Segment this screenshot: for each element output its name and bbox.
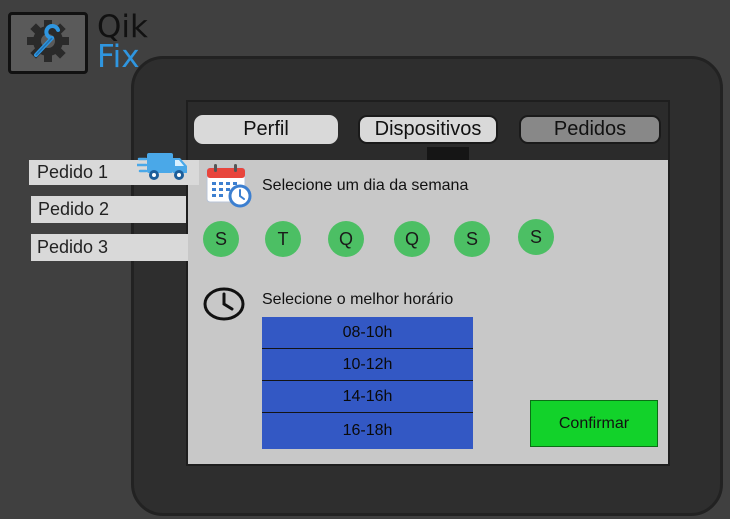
app-logo	[8, 12, 88, 74]
order-label: Pedido 1	[37, 162, 109, 182]
time-slot[interactable]: 16-18h	[262, 413, 473, 449]
day-button-2[interactable]: T	[265, 221, 301, 257]
confirm-button[interactable]: Confirmar	[530, 400, 658, 447]
time-slot[interactable]: 08-10h	[262, 317, 473, 349]
order-item-2[interactable]: Pedido 2	[31, 196, 186, 223]
tab-bar: Perfil Dispositivos Pedidos	[188, 102, 668, 160]
tab-pedidos[interactable]: Pedidos	[519, 115, 661, 144]
time-slot-list: 08-10h 10-12h 14-16h 16-18h	[262, 317, 473, 449]
calendar-icon	[205, 162, 253, 212]
tab-perfil[interactable]: Perfil	[194, 115, 338, 144]
time-slot[interactable]: 14-16h	[262, 381, 473, 413]
day-section-label: Selecione um dia da semana	[262, 177, 469, 194]
tab-dispositivos[interactable]: Dispositivos	[358, 115, 498, 144]
day-button-4[interactable]: Q	[394, 221, 430, 257]
day-button-6[interactable]: S	[518, 219, 554, 255]
tab-notch	[427, 147, 469, 160]
time-section-label: Selecione o melhor horário	[262, 291, 454, 308]
day-button-3[interactable]: Q	[328, 221, 364, 257]
clock-icon	[203, 286, 245, 326]
day-button-5[interactable]: S	[454, 221, 490, 257]
order-item-3[interactable]: Pedido 3	[31, 234, 188, 261]
order-label: Pedido 3	[37, 237, 109, 257]
time-slot[interactable]: 10-12h	[262, 349, 473, 381]
wrench-gear-icon	[22, 17, 74, 69]
day-button-1[interactable]: S	[203, 221, 239, 257]
order-label: Pedido 2	[38, 199, 110, 219]
delivery-truck-icon	[135, 150, 189, 186]
